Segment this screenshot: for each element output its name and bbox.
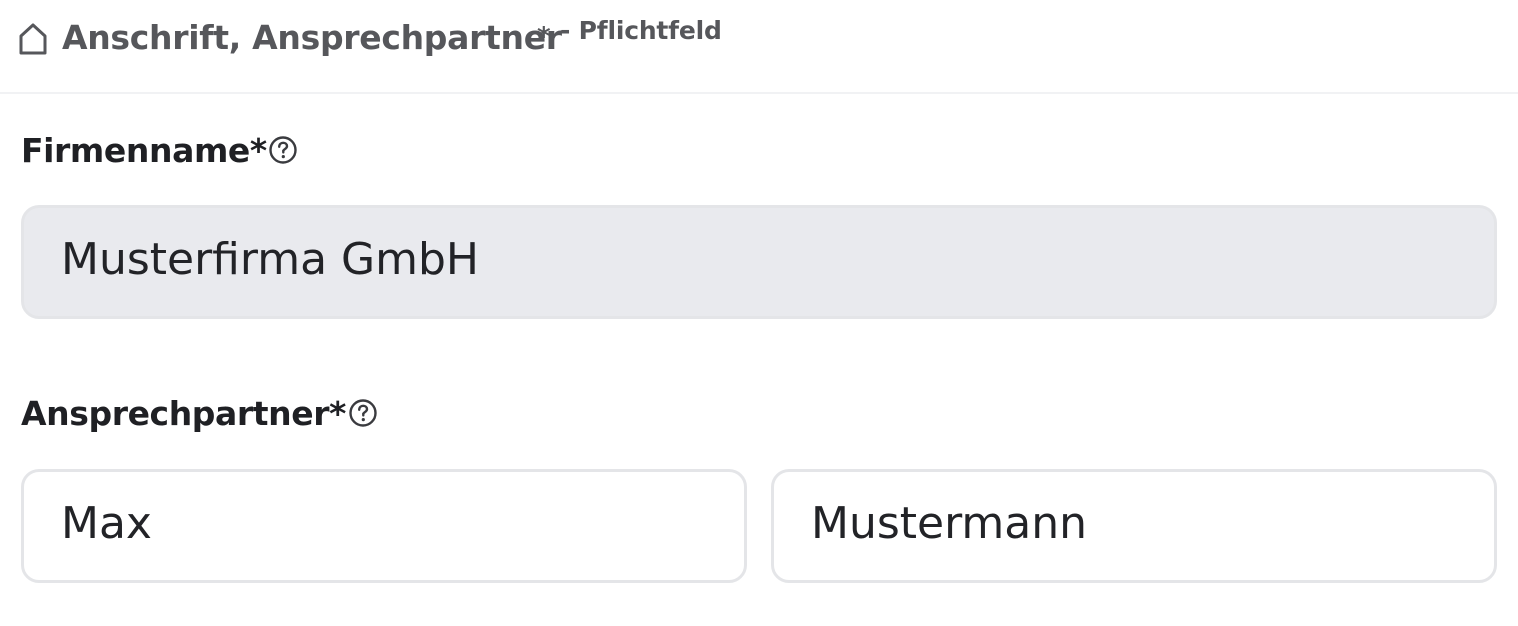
company-name-label: Firmenname* — [21, 131, 267, 170]
required-note: - Pflichtfeld — [560, 16, 722, 45]
section-header: Anschrift, Ansprechpartner * - Pflichtfe… — [0, 0, 1518, 94]
first-name-value: Max — [61, 498, 152, 549]
question-circle-icon[interactable] — [268, 135, 298, 165]
company-name-input[interactable]: Musterfirma GmbH — [21, 205, 1497, 319]
last-name-value: Mustermann — [811, 498, 1088, 549]
first-name-input[interactable]: Max — [21, 469, 747, 583]
home-icon — [19, 23, 47, 55]
required-marker: * — [537, 22, 551, 52]
company-name-value: Musterfirma GmbH — [61, 234, 479, 285]
question-circle-icon[interactable] — [348, 398, 378, 428]
section-title: Anschrift, Ansprechpartner — [62, 18, 562, 57]
last-name-input[interactable]: Mustermann — [771, 469, 1497, 583]
contact-person-label: Ansprechpartner* — [21, 394, 346, 433]
